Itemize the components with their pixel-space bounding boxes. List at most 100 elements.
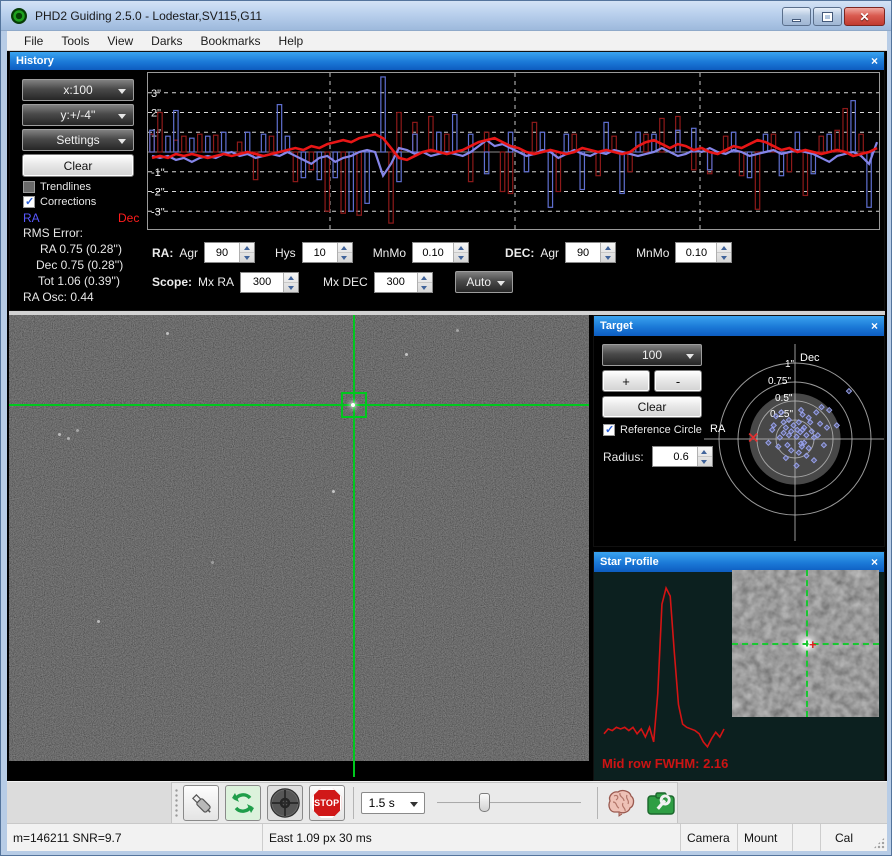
field-star[interactable] bbox=[166, 332, 169, 335]
guide-button[interactable] bbox=[267, 785, 303, 821]
toolbar-inner: STOP 1.5 s bbox=[171, 782, 678, 824]
exposure-value: 1.5 s bbox=[369, 796, 395, 810]
history-panel: History × x:100 y:+/-4'' Settings Clear … bbox=[9, 51, 885, 311]
loop-arrows-icon bbox=[230, 790, 256, 816]
profile-close-icon[interactable]: × bbox=[871, 556, 878, 568]
field-star[interactable] bbox=[58, 433, 61, 436]
correction-bar bbox=[309, 152, 313, 170]
target-panel-titlebar[interactable]: Target × bbox=[594, 316, 884, 336]
mxra-spinner[interactable]: 300 bbox=[240, 272, 299, 293]
profile-panel-titlebar[interactable]: Star Profile × bbox=[594, 552, 884, 572]
history-settings-label: Settings bbox=[56, 133, 99, 147]
field-star[interactable] bbox=[456, 329, 459, 332]
menu-tools[interactable]: Tools bbox=[52, 32, 98, 50]
guide-star[interactable] bbox=[351, 403, 355, 407]
correction-bar bbox=[468, 134, 472, 152]
correction-bar bbox=[564, 134, 568, 152]
brain-icon bbox=[606, 788, 636, 818]
reference-circle-row: Reference Circle bbox=[603, 424, 702, 436]
dec-mnmo-spinner[interactable]: 0.10 bbox=[675, 242, 732, 263]
correction-bar bbox=[620, 152, 624, 193]
guide-target-icon bbox=[270, 788, 300, 818]
star-profile-panel: Star Profile × bbox=[593, 551, 885, 781]
field-star[interactable] bbox=[67, 437, 70, 440]
target-panel-title: Target bbox=[600, 320, 633, 332]
mxra-label: Mx RA bbox=[198, 275, 234, 289]
app-icon bbox=[11, 8, 27, 24]
menu-help[interactable]: Help bbox=[270, 32, 313, 50]
trendlines-checkbox[interactable] bbox=[23, 181, 35, 193]
camera-settings-button[interactable] bbox=[645, 787, 677, 819]
reference-circle-checkbox[interactable] bbox=[603, 424, 615, 436]
correction-bar bbox=[206, 136, 210, 152]
star-thumbnail: + bbox=[732, 570, 879, 717]
status-empty bbox=[793, 824, 821, 851]
field-star[interactable] bbox=[97, 620, 100, 623]
target-zoom-dropdown[interactable]: 100 bbox=[602, 344, 702, 366]
window-titlebar[interactable]: PHD2 Guiding 2.5.0 - Lodestar,SV115,G11 … bbox=[1, 1, 892, 31]
target-close-icon[interactable]: × bbox=[871, 320, 878, 332]
correction-bar bbox=[174, 111, 178, 152]
target-zoom-out-button[interactable]: - bbox=[654, 370, 702, 392]
brain-settings-button[interactable] bbox=[605, 787, 637, 819]
corrections-checkbox[interactable] bbox=[23, 196, 35, 208]
chevron-down-icon bbox=[118, 114, 126, 119]
history-close-icon[interactable]: × bbox=[871, 55, 878, 67]
resize-grip[interactable] bbox=[873, 837, 885, 849]
correction-bar bbox=[508, 152, 512, 193]
stop-button[interactable]: STOP bbox=[309, 785, 345, 821]
ra-agr-spinner[interactable]: 90 bbox=[204, 242, 255, 263]
profile-polyline bbox=[604, 588, 724, 747]
connect-equipment-button[interactable] bbox=[183, 785, 219, 821]
target-zoom-in-button[interactable]: + bbox=[602, 370, 650, 392]
rms-error-title: RMS Error: bbox=[23, 226, 83, 240]
y-axis-tick-label: -3" bbox=[151, 206, 165, 218]
correction-bar bbox=[341, 152, 345, 213]
history-panel-titlebar[interactable]: History × bbox=[10, 52, 884, 70]
correction-bar bbox=[843, 109, 847, 152]
history-clear-button[interactable]: Clear bbox=[22, 154, 134, 177]
menu-bookmarks[interactable]: Bookmarks bbox=[192, 32, 270, 50]
history-settings-dropdown[interactable]: Settings bbox=[22, 129, 134, 151]
history-yscale-dropdown[interactable]: y:+/-4'' bbox=[22, 104, 134, 126]
dec-guide-mode-dropdown[interactable]: Auto bbox=[455, 271, 513, 293]
maximize-button[interactable] bbox=[813, 7, 842, 26]
menu-view[interactable]: View bbox=[98, 32, 142, 50]
minimize-button[interactable] bbox=[782, 7, 811, 26]
field-star[interactable] bbox=[211, 561, 214, 564]
correction-bar bbox=[819, 136, 823, 152]
loop-exposures-button[interactable] bbox=[225, 785, 261, 821]
history-panel-title: History bbox=[16, 55, 54, 67]
chevron-down-icon bbox=[497, 281, 505, 286]
correction-bar bbox=[277, 105, 281, 152]
slider-thumb[interactable] bbox=[479, 793, 490, 812]
radius-spinner[interactable]: 0.6 bbox=[652, 446, 713, 467]
ra-agr-label: Agr bbox=[179, 246, 198, 260]
client-area: History × x:100 y:+/-4'' Settings Clear … bbox=[7, 51, 887, 823]
phd2-window: PHD2 Guiding 2.5.0 - Lodestar,SV115,G11 … bbox=[0, 0, 892, 856]
ra-hys-spinner[interactable]: 10 bbox=[302, 242, 353, 263]
field-star[interactable] bbox=[405, 353, 408, 356]
target-scatter-point bbox=[846, 389, 851, 394]
stretch-slider[interactable] bbox=[437, 792, 582, 814]
correction-bar bbox=[166, 136, 170, 152]
mxdec-spinner[interactable]: 300 bbox=[374, 272, 433, 293]
menu-file[interactable]: File bbox=[15, 32, 52, 50]
toolbar-grip-handle[interactable] bbox=[174, 788, 179, 818]
ra-mnmo-spinner[interactable]: 0.10 bbox=[412, 242, 469, 263]
dec-agr-spinner[interactable]: 90 bbox=[565, 242, 616, 263]
close-button[interactable]: ✕ bbox=[844, 7, 885, 26]
exposure-dropdown[interactable]: 1.5 s bbox=[361, 792, 425, 814]
chevron-down-icon bbox=[686, 354, 694, 359]
history-xscale-dropdown[interactable]: x:100 bbox=[22, 79, 134, 101]
target-clear-button[interactable]: Clear bbox=[602, 396, 702, 418]
field-star[interactable] bbox=[76, 429, 79, 432]
target-panel: Target × 1"0.75"0.5"0.25"DecRA 100 + - C… bbox=[593, 315, 885, 547]
correction-bar bbox=[708, 152, 712, 174]
field-star[interactable] bbox=[332, 490, 335, 493]
guide-camera-view[interactable] bbox=[9, 315, 589, 781]
menu-darks[interactable]: Darks bbox=[142, 32, 191, 50]
correction-bar bbox=[198, 134, 202, 152]
y-axis-tick-label: 3" bbox=[151, 88, 161, 100]
thumbnail-crosshair-horizontal bbox=[732, 643, 879, 645]
